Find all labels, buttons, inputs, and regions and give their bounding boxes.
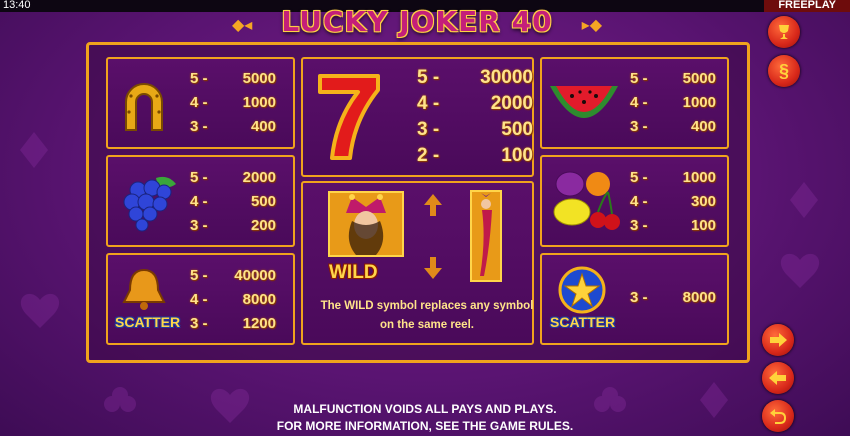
arrow-left-icon bbox=[769, 371, 786, 385]
bell-paytable: 5 -40000 4 -8000 3 -1200 bbox=[190, 266, 276, 332]
clock: 13:40 bbox=[3, 0, 31, 11]
wild-label: WILD bbox=[329, 262, 378, 283]
seven-paytable: 5 -30000 4 -2000 3 -500 2 -100 bbox=[417, 67, 533, 166]
bell-scatter-label: SCATTER bbox=[115, 314, 181, 330]
horseshoe-icon bbox=[125, 83, 163, 131]
star-scatter-label: SCATTER bbox=[550, 314, 616, 330]
freeplay-label: FREEPLAY bbox=[778, 0, 836, 11]
arrow-right-icon bbox=[770, 333, 787, 347]
grapes-paytable: 5 -2000 4 -500 3 -200 bbox=[190, 168, 276, 234]
game-logo: ◆◂ LUCKY JOKER 40 ▸◆ bbox=[232, 5, 602, 39]
star-icon bbox=[558, 266, 606, 314]
fruits-paytable: 5 -1000 4 -300 3 -100 bbox=[630, 168, 716, 234]
trophy-icon bbox=[779, 25, 789, 39]
star-paytable: 3 -8000 bbox=[630, 288, 716, 306]
arrow-up-icon bbox=[424, 194, 442, 216]
arrow-down-icon bbox=[424, 257, 442, 279]
joker-icon bbox=[328, 191, 404, 257]
watermelon-paytable: 5 -5000 4 -1000 3 -400 bbox=[630, 69, 716, 135]
horseshoe-paytable: 5 -5000 4 -1000 3 -400 bbox=[190, 69, 276, 135]
plum-lemon-cherry-icon bbox=[553, 171, 620, 230]
rules-button[interactable]: § bbox=[768, 55, 800, 87]
wild-description: The WILD symbol replaces any symbol on t… bbox=[320, 300, 534, 331]
prev-page-button[interactable] bbox=[762, 362, 794, 394]
game-title: LUCKY JOKER 40 bbox=[281, 5, 553, 38]
footer-line-1: MALFUNCTION VOIDS ALL PAYS AND PLAYS. bbox=[293, 402, 557, 416]
next-page-button[interactable] bbox=[762, 324, 794, 356]
ornament-right-icon: ▸◆ bbox=[581, 17, 602, 34]
grapes-icon bbox=[123, 176, 176, 232]
joker-full-reel-icon bbox=[470, 190, 502, 282]
bell-icon bbox=[122, 268, 166, 310]
trophy-button[interactable] bbox=[768, 16, 800, 48]
seven-icon bbox=[318, 74, 380, 160]
watermelon-icon bbox=[550, 86, 618, 118]
footer-line-2: FOR MORE INFORMATION, SEE THE GAME RULES… bbox=[276, 419, 574, 433]
